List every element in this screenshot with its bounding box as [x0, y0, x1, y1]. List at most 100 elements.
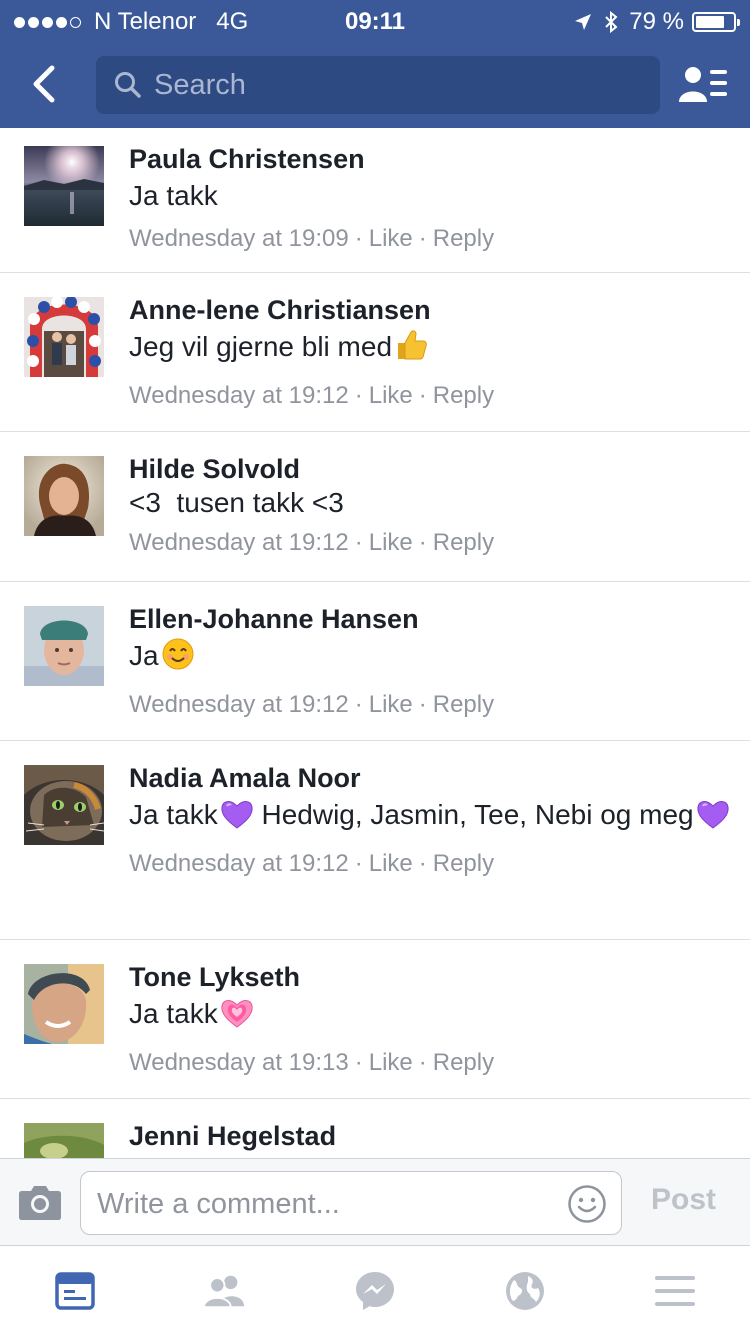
comment-body: Paula Christensen Ja takk Wednesday at 1…: [129, 142, 730, 256]
camera-button[interactable]: [18, 1183, 62, 1223]
smiling-face-icon: [161, 637, 195, 682]
nav-row: [0, 40, 750, 128]
comment-meta: Wednesday at 19:09 · Like · Reply: [129, 222, 730, 256]
tab-menu[interactable]: [653, 1270, 697, 1312]
comment-author[interactable]: Ellen-Johanne Hansen: [129, 602, 730, 636]
meta-separator: ·: [418, 850, 427, 877]
battery-icon: [692, 12, 740, 32]
purple-heart-icon: [696, 798, 730, 841]
comment-body: Jenni Hegelstad: [129, 1119, 730, 1153]
avatar[interactable]: [24, 456, 104, 536]
growing-heart-icon: [220, 997, 254, 1040]
comment-author[interactable]: Paula Christensen: [129, 142, 730, 176]
comment-text: Ja: [129, 636, 730, 682]
purple-heart-icon: [220, 798, 254, 841]
globe-icon: [506, 1272, 544, 1310]
avatar[interactable]: [24, 146, 104, 226]
like-link[interactable]: Like: [369, 1049, 413, 1076]
meta-separator: ·: [418, 225, 427, 252]
reply-link[interactable]: Reply: [433, 1049, 494, 1076]
meta-separator: ·: [418, 529, 427, 556]
like-link[interactable]: Like: [369, 850, 413, 877]
comment-meta: Wednesday at 19:12 · Like · Reply: [129, 379, 730, 413]
chevron-left-icon: [33, 65, 55, 103]
comment-body: Nadia Amala Noor Ja takk Hedwig, Jasmin,…: [129, 761, 730, 881]
tab-friends[interactable]: [202, 1270, 246, 1312]
comment-text: Ja takk: [129, 180, 218, 211]
comment-meta: Wednesday at 19:12 · Like · Reply: [129, 688, 730, 722]
tab-bar: [0, 1246, 750, 1334]
post-button[interactable]: Post: [651, 1183, 716, 1217]
comment-input-box[interactable]: [80, 1171, 622, 1235]
comment-author[interactable]: Anne-lene Christiansen: [129, 293, 730, 327]
search-bar[interactable]: [96, 56, 660, 114]
comment-text-continued: Hedwig, Jasmin, Tee, Nebi og meg: [253, 799, 694, 830]
menu-icon: [655, 1276, 695, 1306]
like-link[interactable]: Like: [369, 225, 413, 252]
comment-meta: Wednesday at 19:12 · Like · Reply: [129, 526, 730, 560]
friend-requests-button[interactable]: [676, 60, 732, 108]
meta-separator: ·: [418, 1049, 427, 1076]
avatar[interactable]: [24, 1123, 104, 1158]
comment-author[interactable]: Nadia Amala Noor: [129, 761, 730, 795]
tab-news-feed[interactable]: [53, 1270, 97, 1312]
search-input[interactable]: [154, 68, 634, 102]
like-link[interactable]: Like: [369, 382, 413, 409]
comment-author[interactable]: Jenni Hegelstad: [129, 1119, 730, 1153]
comment-list: Paula Christensen Ja takk Wednesday at 1…: [0, 128, 750, 1158]
comment-timestamp: Wednesday at 19:09: [129, 225, 349, 252]
avatar[interactable]: [24, 606, 104, 686]
comment-body: Hilde Solvold <3 tusen takk <3 Wednesday…: [129, 452, 730, 560]
comment-item: Tone Lykseth Ja takk Wednesday at 19:13 ·…: [0, 940, 750, 1099]
reply-link[interactable]: Reply: [433, 225, 494, 252]
meta-separator: ·: [354, 225, 363, 252]
avatar[interactable]: [24, 765, 104, 845]
status-right: 79 %: [573, 8, 740, 36]
comment-author[interactable]: Tone Lykseth: [129, 960, 730, 994]
comment-meta: Wednesday at 19:12 · Like · Reply: [129, 847, 730, 881]
camera-icon: [19, 1186, 61, 1220]
reply-link[interactable]: Reply: [433, 529, 494, 556]
avatar[interactable]: [24, 297, 104, 377]
tab-notifications[interactable]: [503, 1270, 547, 1312]
comment-item: Ellen-Johanne Hansen Ja Wednesday at 19:…: [0, 582, 750, 741]
back-button[interactable]: [22, 60, 66, 108]
reply-link[interactable]: Reply: [433, 382, 494, 409]
thumbs-up-icon: [394, 328, 428, 373]
comment-timestamp: Wednesday at 19:13: [129, 1049, 349, 1076]
friends-icon: [202, 1275, 245, 1309]
comment-item: Paula Christensen Ja takk Wednesday at 1…: [0, 128, 750, 273]
like-link[interactable]: Like: [369, 529, 413, 556]
reply-link[interactable]: Reply: [433, 850, 494, 877]
search-icon: [114, 71, 142, 99]
app-header: N Telenor 4G 09:11 79 %: [0, 0, 750, 128]
like-link[interactable]: Like: [369, 691, 413, 718]
news-feed-icon: [55, 1272, 95, 1310]
comment-input[interactable]: [97, 1184, 557, 1224]
meta-separator: ·: [354, 529, 363, 556]
comment-item: Nadia Amala Noor Ja takk Hedwig, Jasmin,…: [0, 741, 750, 940]
comment-text-content: Ja takk: [129, 799, 218, 830]
friend-list-icon: [679, 67, 727, 102]
comment-meta: Wednesday at 19:13 · Like · Reply: [129, 1046, 730, 1080]
comment-body: Ellen-Johanne Hansen Ja Wednesday at 19:…: [129, 602, 730, 722]
comment-timestamp: Wednesday at 19:12: [129, 529, 349, 556]
meta-separator: ·: [354, 691, 363, 718]
comment-text: Jeg vil gjerne bli med: [129, 327, 730, 373]
reply-link[interactable]: Reply: [433, 691, 494, 718]
comment-author[interactable]: Hilde Solvold: [129, 452, 730, 486]
tab-messenger[interactable]: [353, 1270, 397, 1312]
meta-separator: ·: [354, 382, 363, 409]
comment-text: Ja takk: [129, 994, 730, 1040]
meta-separator: ·: [354, 1049, 363, 1076]
bluetooth-icon: [605, 10, 618, 34]
status-bar: N Telenor 4G 09:11 79 %: [0, 0, 750, 40]
comment-body: Tone Lykseth Ja takk Wednesday at 19:13 ·…: [129, 960, 730, 1080]
emoji-button[interactable]: [567, 1184, 607, 1224]
comment-text: Ja takk Hedwig, Jasmin, Tee, Nebi og meg: [129, 795, 730, 841]
comment-composer: Post: [0, 1158, 750, 1246]
comment-item: Hilde Solvold <3 tusen takk <3 Wednesday…: [0, 432, 750, 582]
avatar[interactable]: [24, 964, 104, 1044]
comment-timestamp: Wednesday at 19:12: [129, 691, 349, 718]
comment-text: <3 tusen takk <3: [129, 487, 344, 518]
